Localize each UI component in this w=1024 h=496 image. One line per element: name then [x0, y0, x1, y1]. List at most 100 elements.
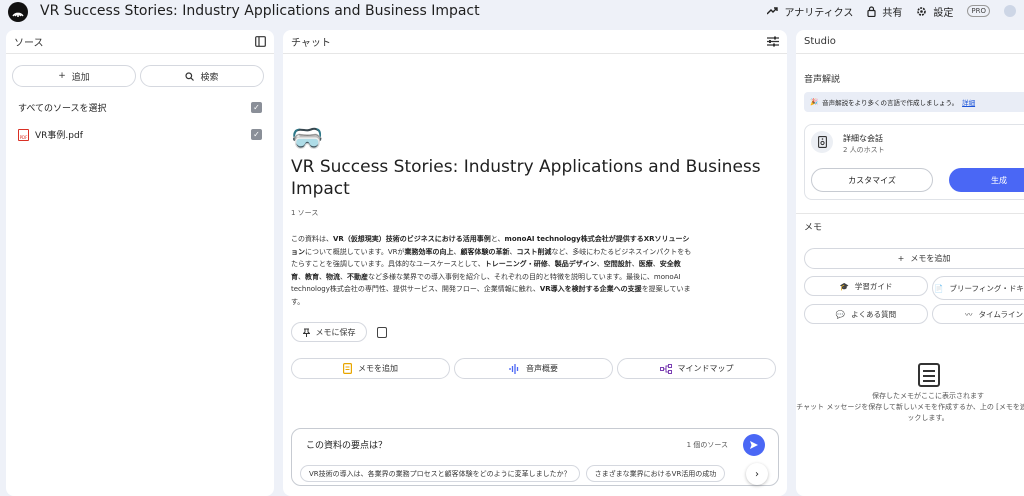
settings-label: 設定 — [933, 7, 954, 19]
summary-highlight: 空間設計 — [603, 260, 632, 268]
summary-text: について概説しています。VRが — [305, 247, 405, 256]
audio-card-subtitle: 2 人のホスト — [843, 146, 885, 154]
add-note-action-label: メモを追加 — [358, 364, 398, 373]
sidebar-collapse-icon[interactable] — [255, 36, 266, 47]
summary-text: 、 — [652, 260, 660, 268]
suggestion-chip[interactable]: VR技術の導入は、各業界の業務プロセスと顧客体験をどのように変革しましたか？ — [300, 465, 580, 482]
notebook-title[interactable]: VR Success Stories: Industry Application… — [40, 3, 480, 19]
chat-input[interactable]: この資料の要点は？ — [306, 438, 387, 451]
plus-icon: + — [58, 71, 66, 81]
faq-button[interactable]: 💬 よくある質問 — [804, 304, 928, 324]
banner-text: 音声解説をより多くの言語で作成しましょう。 — [822, 99, 959, 107]
summary-text: と、 — [490, 235, 505, 243]
overview-source-count: 1 ソース — [291, 209, 319, 217]
search-sources-label: 検索 — [200, 72, 219, 83]
analytics-label: アナリティクス — [784, 7, 854, 19]
mindmap-action-button[interactable]: マインドマップ — [617, 358, 776, 379]
briefing-doc-button[interactable]: 📄 ブリーフィング・ドキュメント — [932, 276, 1024, 300]
study-guide-label: 学習ガイド — [854, 281, 893, 291]
suggestion-chip[interactable]: さまざまな業界におけるVR活用の成功 — [585, 465, 726, 482]
summary-highlight: コスト削減 — [516, 247, 552, 256]
empty-notes-icon — [918, 363, 940, 387]
add-source-label: 追加 — [71, 72, 90, 83]
faq-label: よくある質問 — [851, 309, 897, 319]
studio-title: Studio — [804, 36, 836, 47]
notebook-overview: 🥽 VR Success Stories: Industry Applicati… — [291, 124, 777, 342]
note-icon — [343, 363, 352, 374]
memo-section-title: メモ — [804, 223, 823, 233]
sources-title: ソース — [14, 38, 44, 49]
send-button[interactable] — [743, 434, 765, 456]
summary-highlight: トレーニング・研修 — [484, 260, 548, 268]
input-source-count: 1 個のソース — [686, 441, 728, 449]
banner-details-link[interactable]: 詳細 — [962, 97, 975, 107]
summary-text: 、 — [340, 272, 347, 281]
pdf-icon: PDF — [18, 128, 29, 141]
summary-highlight: 物流 — [326, 272, 340, 281]
goggles-emoji-icon: 🥽 — [291, 124, 324, 154]
plus-icon: + — [897, 254, 905, 263]
copy-icon[interactable] — [377, 326, 387, 338]
empty-notes-message: 保存したメモがここに表示されます チャット メッセージを保存して新しいメモを作成… — [796, 391, 1024, 424]
studio-divider — [796, 213, 1024, 214]
summary-highlight: 業務効率の向上 — [404, 247, 454, 256]
chat-title: チャット — [291, 38, 331, 49]
search-icon — [185, 71, 195, 81]
chat-header: チャット — [283, 30, 787, 54]
select-all-row[interactable]: すべてのソースを選択 ✓ — [18, 101, 262, 114]
add-memo-button[interactable]: + メモを追加 — [804, 248, 1024, 269]
audio-overview-action-button[interactable]: 音声概要 — [454, 358, 613, 379]
add-source-button[interactable]: + 追加 — [12, 65, 136, 87]
summary-text: 、 — [596, 260, 604, 268]
source-item[interactable]: PDF VR事例.pdf ✓ — [18, 128, 262, 141]
save-to-note-button[interactable]: メモに保存 — [291, 322, 367, 342]
summary-highlight: 教育 — [305, 272, 319, 281]
sliders-icon[interactable] — [767, 36, 779, 47]
avatar[interactable] — [1004, 5, 1016, 17]
share-button[interactable]: 共有 — [867, 2, 902, 20]
sources-panel: ソース + 追加 検索 すべてのソースを選択 ✓ PDF VR事例.pdf ✓ — [6, 30, 274, 496]
summary-text: 、 — [319, 272, 326, 281]
app-logo-icon[interactable] — [8, 2, 28, 22]
generate-button[interactable]: 生成 — [949, 168, 1024, 192]
customize-button[interactable]: カスタマイズ — [811, 168, 933, 192]
settings-button[interactable]: 設定 — [916, 2, 953, 20]
audio-section-title: 音声解説 — [804, 75, 841, 85]
chat-input-box[interactable]: この資料の要点は？ 1 個のソース VR技術の導入は、各業界の業務プロセスと顧客… — [291, 428, 779, 486]
graduation-cap-icon: 🎓 — [839, 281, 849, 291]
source-buttons: + 追加 検索 — [12, 65, 264, 87]
add-memo-label: メモを追加 — [910, 254, 951, 263]
overview-title: VR Success Stories: Industry Application… — [291, 157, 761, 199]
document-icon: 📄 — [934, 283, 944, 293]
study-guide-button[interactable]: 🎓 学習ガイド — [804, 276, 928, 296]
suggestion-row: VR技術の導入は、各業界の業務プロセスと顧客体験をどのように変革しましたか？ さ… — [300, 465, 748, 482]
search-sources-button[interactable]: 検索 — [140, 65, 264, 87]
studio-header: Studio — [796, 30, 1024, 54]
select-all-checkbox[interactable]: ✓ — [251, 102, 262, 113]
top-actions: アナリティクス 共有 設定 PRO — [767, 2, 1016, 20]
party-popper-icon: 🎉 — [810, 98, 819, 106]
summary-highlight: 医療 — [638, 260, 653, 268]
chat-panel: チャット 🥽 VR Success Stories: Industry Appl… — [283, 30, 787, 496]
audio-overview-action-label: 音声概要 — [526, 364, 558, 373]
send-icon — [750, 441, 758, 449]
timeline-button[interactable]: 〰 タイムライン — [932, 304, 1024, 324]
mindmap-action-label: マインドマップ — [677, 364, 734, 373]
source-name: VR事例.pdf — [35, 131, 83, 141]
summary-actions: メモに保存 — [291, 322, 777, 342]
analytics-button[interactable]: アナリティクス — [767, 2, 853, 20]
suggestions-next-button[interactable]: › — [746, 463, 768, 485]
summary-text: 、 — [631, 260, 639, 268]
add-note-action-button[interactable]: メモを追加 — [291, 358, 450, 379]
source-checkbox[interactable]: ✓ — [251, 129, 262, 140]
lock-icon — [867, 5, 876, 17]
summary-text: 、 — [509, 247, 517, 256]
audio-file-icon — [811, 131, 833, 153]
chevron-right-icon: › — [755, 468, 759, 480]
summary-text: 、 — [453, 247, 461, 256]
empty-notes-line2: チャット メッセージを保存して新しいメモを作成するか、上の [メモを追加] をク… — [796, 403, 1024, 422]
summary-highlight: 製品デザイン — [554, 260, 597, 268]
audio-card-title: 詳細な会話 — [843, 134, 883, 143]
pin-icon — [302, 328, 310, 337]
trending-up-icon — [767, 7, 779, 15]
